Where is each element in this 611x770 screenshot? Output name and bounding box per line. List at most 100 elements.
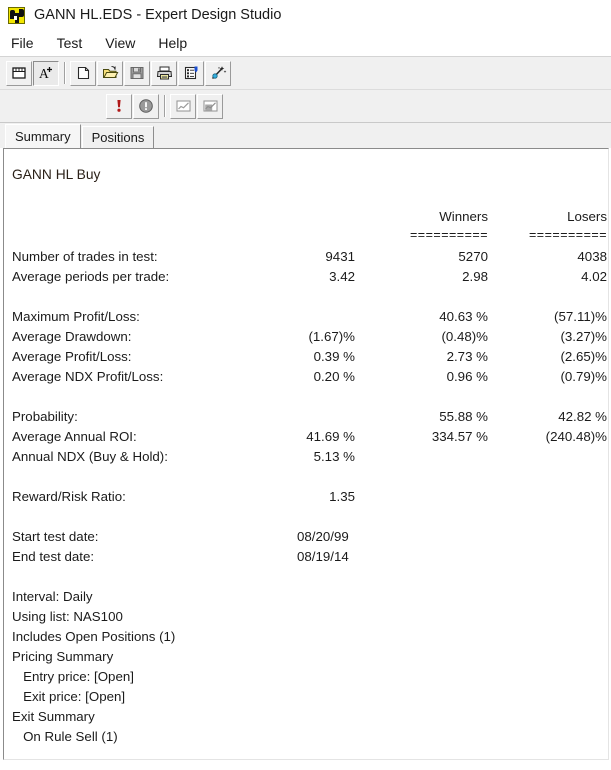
info-circle-icon[interactable] bbox=[133, 93, 159, 119]
row-losers: (0.79)% bbox=[560, 369, 607, 384]
tab-summary[interactable]: Summary bbox=[5, 124, 81, 148]
menu-test[interactable]: Test bbox=[55, 34, 93, 52]
column-header-winners: Winners bbox=[439, 209, 488, 224]
new-document-icon[interactable] bbox=[70, 60, 96, 86]
font-increase-icon[interactable]: A bbox=[33, 60, 59, 86]
footer-line: Using list: NAS100 bbox=[4, 607, 608, 627]
row-losers: (57.11)% bbox=[554, 309, 607, 324]
table-row: Reward/Risk Ratio: 1.35 bbox=[4, 487, 608, 507]
start-test-date-value: 08/20/99 bbox=[297, 529, 349, 544]
open-positions-text: Includes Open Positions (1) bbox=[12, 629, 176, 644]
row-total: 0.39 % bbox=[313, 349, 355, 364]
footer-line: Exit Summary bbox=[4, 707, 608, 727]
tab-positions[interactable]: Positions bbox=[81, 126, 155, 148]
svg-text:A: A bbox=[39, 66, 49, 81]
row-label: Average NDX Profit/Loss: bbox=[12, 369, 164, 384]
area-chart-icon[interactable] bbox=[197, 93, 223, 119]
exit-price-text: Exit price: [Open] bbox=[12, 689, 126, 704]
footer-line: Exit price: [Open] bbox=[4, 687, 608, 707]
pricing-summary-heading: Pricing Summary bbox=[12, 649, 114, 664]
row-label: End test date: bbox=[12, 549, 95, 564]
row-label: Average Profit/Loss: bbox=[12, 349, 132, 364]
rule-winners: ========== bbox=[410, 228, 488, 242]
row-total: (1.67)% bbox=[308, 329, 355, 344]
tab-strip: Summary Positions bbox=[0, 123, 611, 148]
window-title: GANN HL.EDS - Expert Design Studio bbox=[34, 7, 282, 23]
toolbar-primary: A bbox=[0, 57, 611, 90]
open-folder-icon[interactable] bbox=[97, 60, 123, 86]
row-label: Average Drawdown: bbox=[12, 329, 132, 344]
row-losers: 4.02 bbox=[581, 269, 607, 284]
row-losers: 42.82 % bbox=[558, 409, 607, 424]
table-row: Maximum Profit/Loss: 40.63 % (57.11)% bbox=[4, 307, 608, 327]
row-winners: 5270 bbox=[458, 249, 488, 264]
run-exclamation-icon[interactable] bbox=[106, 93, 132, 119]
row-winners: 2.98 bbox=[462, 269, 488, 284]
wizard-wand-icon[interactable] bbox=[205, 60, 231, 86]
menu-help[interactable]: Help bbox=[156, 34, 197, 52]
row-label: Average periods per trade: bbox=[12, 269, 170, 284]
row-losers: (2.65)% bbox=[560, 349, 607, 364]
end-test-date-row: End test date: 08/19/14 bbox=[4, 547, 608, 567]
save-disk-icon[interactable] bbox=[124, 60, 150, 86]
row-winners: 2.73 % bbox=[446, 349, 488, 364]
summary-report-panel: GANN HL Buy Winners Losers ========== ==… bbox=[3, 148, 609, 760]
footer-line: Interval: Daily bbox=[4, 587, 608, 607]
table-row: Average Drawdown: (1.67)% (0.48)% (3.27)… bbox=[4, 327, 608, 347]
row-label: Average Annual ROI: bbox=[12, 429, 137, 444]
on-rule-sell-text: On Rule Sell (1) bbox=[12, 729, 118, 744]
menu-view[interactable]: View bbox=[103, 34, 145, 52]
table-row: Annual NDX (Buy & Hold): 5.13 % bbox=[4, 447, 608, 467]
toolbar-separator-2 bbox=[164, 95, 166, 117]
row-winners: 40.63 % bbox=[439, 309, 488, 324]
row-winners: 55.88 % bbox=[439, 409, 488, 424]
table-row: Average periods per trade: 3.42 2.98 4.0… bbox=[4, 267, 608, 287]
column-header-rule-row: ========== ========== bbox=[4, 225, 608, 245]
app-checkered-icon bbox=[8, 6, 25, 24]
line-chart-icon[interactable] bbox=[170, 93, 196, 119]
end-test-date-value: 08/19/14 bbox=[297, 549, 349, 564]
menu-file[interactable]: File bbox=[9, 34, 44, 52]
start-test-date-row: Start test date: 08/20/99 bbox=[4, 527, 608, 547]
row-label: Annual NDX (Buy & Hold): bbox=[12, 449, 168, 464]
interval-text: Interval: Daily bbox=[12, 589, 93, 604]
strategy-title: GANN HL Buy bbox=[12, 167, 101, 182]
toolbar-area: A bbox=[0, 56, 611, 123]
column-header-row: Winners Losers bbox=[4, 207, 608, 227]
table-row: Average Annual ROI: 41.69 % 334.57 % (24… bbox=[4, 427, 608, 447]
row-total: 5.13 % bbox=[313, 449, 355, 464]
print-preview-icon[interactable] bbox=[178, 60, 204, 86]
entry-price-text: Entry price: [Open] bbox=[12, 669, 134, 684]
footer-line: Includes Open Positions (1) bbox=[4, 627, 608, 647]
table-row: Number of trades in test: 9431 5270 4038 bbox=[4, 247, 608, 267]
row-losers: 4038 bbox=[577, 249, 607, 264]
window-list-icon[interactable] bbox=[6, 60, 32, 86]
row-winners: 334.57 % bbox=[431, 429, 488, 444]
row-total: 3.42 bbox=[329, 269, 355, 284]
row-total: 41.69 % bbox=[306, 429, 355, 444]
using-list-text: Using list: NAS100 bbox=[12, 609, 123, 624]
table-row: Probability: 55.88 % 42.82 % bbox=[4, 407, 608, 427]
toolbar-separator-1 bbox=[64, 62, 66, 84]
row-label: Reward/Risk Ratio: bbox=[12, 489, 126, 504]
rule-losers: ========== bbox=[529, 228, 607, 242]
row-label: Maximum Profit/Loss: bbox=[12, 309, 140, 324]
title-bar: GANN HL.EDS - Expert Design Studio bbox=[0, 0, 611, 30]
menu-bar: File Test View Help bbox=[0, 30, 611, 56]
row-losers: (3.27)% bbox=[560, 329, 607, 344]
table-row: Average NDX Profit/Loss: 0.20 % 0.96 % (… bbox=[4, 367, 608, 387]
row-label: Number of trades in test: bbox=[12, 249, 158, 264]
footer-line: Pricing Summary bbox=[4, 647, 608, 667]
footer-line: On Rule Sell (1) bbox=[4, 727, 608, 747]
print-icon[interactable] bbox=[151, 60, 177, 86]
row-winners: (0.48)% bbox=[441, 329, 488, 344]
row-losers: (240.48)% bbox=[545, 429, 607, 444]
exit-summary-heading: Exit Summary bbox=[12, 709, 95, 724]
row-label: Start test date: bbox=[12, 529, 99, 544]
row-total: 0.20 % bbox=[313, 369, 355, 384]
row-label: Probability: bbox=[12, 409, 78, 424]
column-header-losers: Losers bbox=[567, 209, 607, 224]
footer-line: Entry price: [Open] bbox=[4, 667, 608, 687]
toolbar-secondary bbox=[0, 90, 611, 123]
row-winners: 0.96 % bbox=[446, 369, 488, 384]
